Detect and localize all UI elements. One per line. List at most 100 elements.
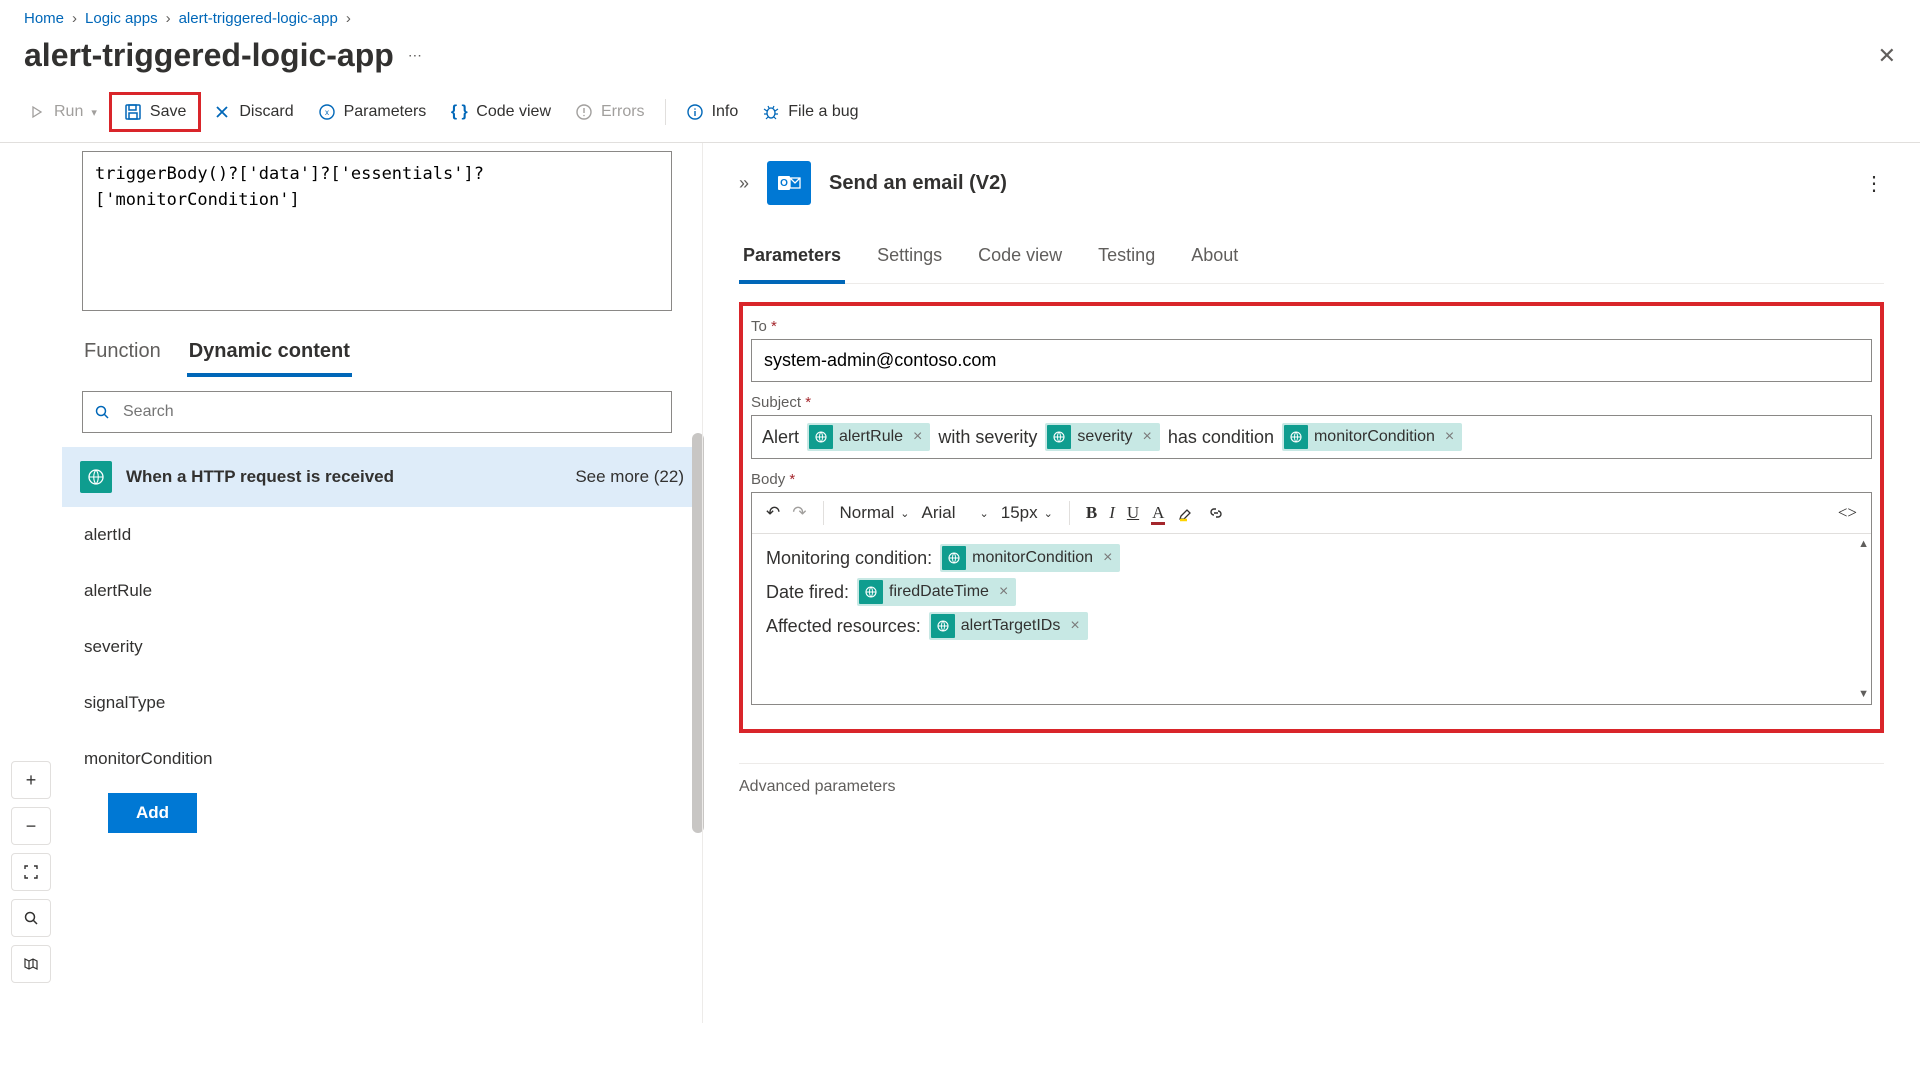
- token-icon: [859, 580, 883, 604]
- collapse-icon[interactable]: »: [739, 173, 749, 194]
- scroll-down-icon[interactable]: ▼: [1858, 688, 1869, 700]
- page-title: alert-triggered-logic-app: [24, 37, 394, 74]
- dynamic-content-group-header[interactable]: When a HTTP request is received See more…: [62, 447, 702, 507]
- tab-codeview[interactable]: Code view: [974, 237, 1066, 283]
- subject-input[interactable]: Alert alertRule× with severity severity×…: [751, 415, 1872, 459]
- token-remove-icon[interactable]: ×: [1445, 428, 1454, 446]
- tab-settings[interactable]: Settings: [873, 237, 946, 283]
- token-fireddatetime[interactable]: firedDateTime×: [857, 578, 1016, 606]
- dc-item-signaltype[interactable]: signalType: [74, 675, 702, 731]
- token-icon: [1284, 425, 1308, 449]
- play-icon: [28, 103, 46, 121]
- tab-parameters[interactable]: Parameters: [739, 237, 845, 284]
- undo-icon[interactable]: ↶: [766, 503, 780, 523]
- fit-screen-button[interactable]: [11, 853, 51, 891]
- dc-item-alertrule[interactable]: alertRule: [74, 563, 702, 619]
- zoom-in-button[interactable]: +: [11, 761, 51, 799]
- token-severity[interactable]: severity×: [1045, 423, 1159, 451]
- body-label: Body *: [751, 471, 1872, 488]
- tab-about[interactable]: About: [1187, 237, 1242, 283]
- body-text: Monitoring condition:: [766, 548, 932, 569]
- close-icon[interactable]: ✕: [1878, 43, 1896, 69]
- body-toolbar: ↶ ↷ Normal ⌄ Arial ⌄ 15px ⌄ B I U A <>: [752, 493, 1871, 534]
- codeview-button[interactable]: { } Code view: [438, 95, 563, 129]
- outlook-icon: O: [767, 161, 811, 205]
- svg-text:x: x: [325, 108, 329, 117]
- scroll-up-icon[interactable]: ▲: [1858, 538, 1869, 550]
- breadcrumb: Home › Logic apps › alert-triggered-logi…: [0, 0, 1920, 37]
- font-color-icon[interactable]: A: [1151, 503, 1165, 523]
- parameters-button[interactable]: x Parameters: [306, 95, 439, 129]
- chevron-down-icon: ⌄: [900, 507, 909, 520]
- add-button[interactable]: Add: [108, 793, 197, 833]
- link-icon[interactable]: [1207, 504, 1225, 522]
- dc-item-severity[interactable]: severity: [74, 619, 702, 675]
- toolbar: Run ▾ Save Discard x Parameters { } Code…: [0, 82, 1920, 143]
- body-editor: ↶ ↷ Normal ⌄ Arial ⌄ 15px ⌄ B I U A <>: [751, 492, 1872, 705]
- token-icon: [809, 425, 833, 449]
- bug-icon: [762, 103, 780, 121]
- font-family-dropdown[interactable]: Arial ⌄: [922, 503, 989, 523]
- breadcrumb-home[interactable]: Home: [24, 10, 64, 27]
- token-alertrule[interactable]: alertRule×: [807, 423, 930, 451]
- subject-text: has condition: [1168, 427, 1274, 448]
- token-remove-icon[interactable]: ×: [913, 428, 922, 446]
- to-label: To *: [751, 318, 1872, 335]
- parameters-icon: x: [318, 103, 336, 121]
- chevron-right-icon: ›: [72, 10, 77, 27]
- breadcrumb-logicapps[interactable]: Logic apps: [85, 10, 158, 27]
- http-trigger-icon: [80, 461, 112, 493]
- expression-subtabs: Function Dynamic content: [62, 322, 702, 377]
- see-more-link[interactable]: See more (22): [575, 467, 684, 487]
- underline-icon[interactable]: U: [1127, 503, 1139, 523]
- form-highlighted: To * Subject * Alert alertRule× with sev…: [739, 302, 1884, 733]
- dc-item-alertid[interactable]: alertId: [74, 507, 702, 563]
- dc-item-monitorcondition[interactable]: monitorCondition: [74, 731, 702, 787]
- info-button[interactable]: Info: [674, 95, 751, 129]
- tab-dynamic-content[interactable]: Dynamic content: [187, 330, 352, 377]
- italic-icon[interactable]: I: [1109, 503, 1115, 523]
- expression-input[interactable]: triggerBody()?['data']?['essentials']?['…: [82, 151, 672, 311]
- minimap-button[interactable]: [11, 945, 51, 983]
- subject-label: Subject *: [751, 394, 1872, 411]
- chevron-right-icon: ›: [346, 10, 351, 27]
- more-actions-icon[interactable]: ⋯: [408, 47, 422, 64]
- token-remove-icon[interactable]: ×: [999, 583, 1008, 601]
- chevron-down-icon: ⌄: [980, 507, 989, 520]
- action-panel: » O Send an email (V2) ⋮ Parameters Sett…: [702, 143, 1920, 1023]
- dynamic-content-search[interactable]: [82, 391, 672, 433]
- to-input[interactable]: [751, 339, 1872, 382]
- action-menu-icon[interactable]: ⋮: [1864, 171, 1884, 196]
- highlight-icon[interactable]: [1177, 504, 1195, 522]
- close-icon: [213, 103, 231, 121]
- token-monitorcondition-body[interactable]: monitorCondition×: [940, 544, 1120, 572]
- subject-text: Alert: [762, 427, 799, 448]
- file-bug-button[interactable]: File a bug: [750, 95, 870, 129]
- body-content[interactable]: ▲ Monitoring condition: monitorCondition…: [752, 534, 1871, 704]
- info-icon: [686, 103, 704, 121]
- source-code-icon[interactable]: <>: [1838, 503, 1857, 523]
- errors-button: Errors: [563, 95, 657, 129]
- advanced-parameters-label: Advanced parameters: [739, 763, 1884, 796]
- token-alerttargetids[interactable]: alertTargetIDs×: [929, 612, 1088, 640]
- token-remove-icon[interactable]: ×: [1103, 549, 1112, 567]
- font-size-dropdown[interactable]: 15px ⌄: [1001, 503, 1053, 523]
- paragraph-style-dropdown[interactable]: Normal ⌄: [840, 503, 910, 523]
- token-remove-icon[interactable]: ×: [1070, 617, 1079, 635]
- search-icon: [94, 404, 110, 420]
- token-remove-icon[interactable]: ×: [1143, 428, 1152, 446]
- expression-panel: triggerBody()?['data']?['essentials']?['…: [62, 143, 702, 1023]
- zoom-out-button[interactable]: −: [11, 807, 51, 845]
- search-button[interactable]: [11, 899, 51, 937]
- token-monitorcondition[interactable]: monitorCondition×: [1282, 423, 1462, 451]
- svg-text:O: O: [780, 178, 788, 189]
- redo-icon[interactable]: ↷: [792, 503, 806, 523]
- tab-function[interactable]: Function: [82, 330, 163, 377]
- bold-icon[interactable]: B: [1086, 503, 1097, 523]
- token-icon: [1047, 425, 1071, 449]
- chevron-right-icon: ›: [166, 10, 171, 27]
- tab-testing[interactable]: Testing: [1094, 237, 1159, 283]
- save-button[interactable]: Save: [109, 92, 201, 132]
- breadcrumb-appname[interactable]: alert-triggered-logic-app: [179, 10, 338, 27]
- discard-button[interactable]: Discard: [201, 95, 305, 129]
